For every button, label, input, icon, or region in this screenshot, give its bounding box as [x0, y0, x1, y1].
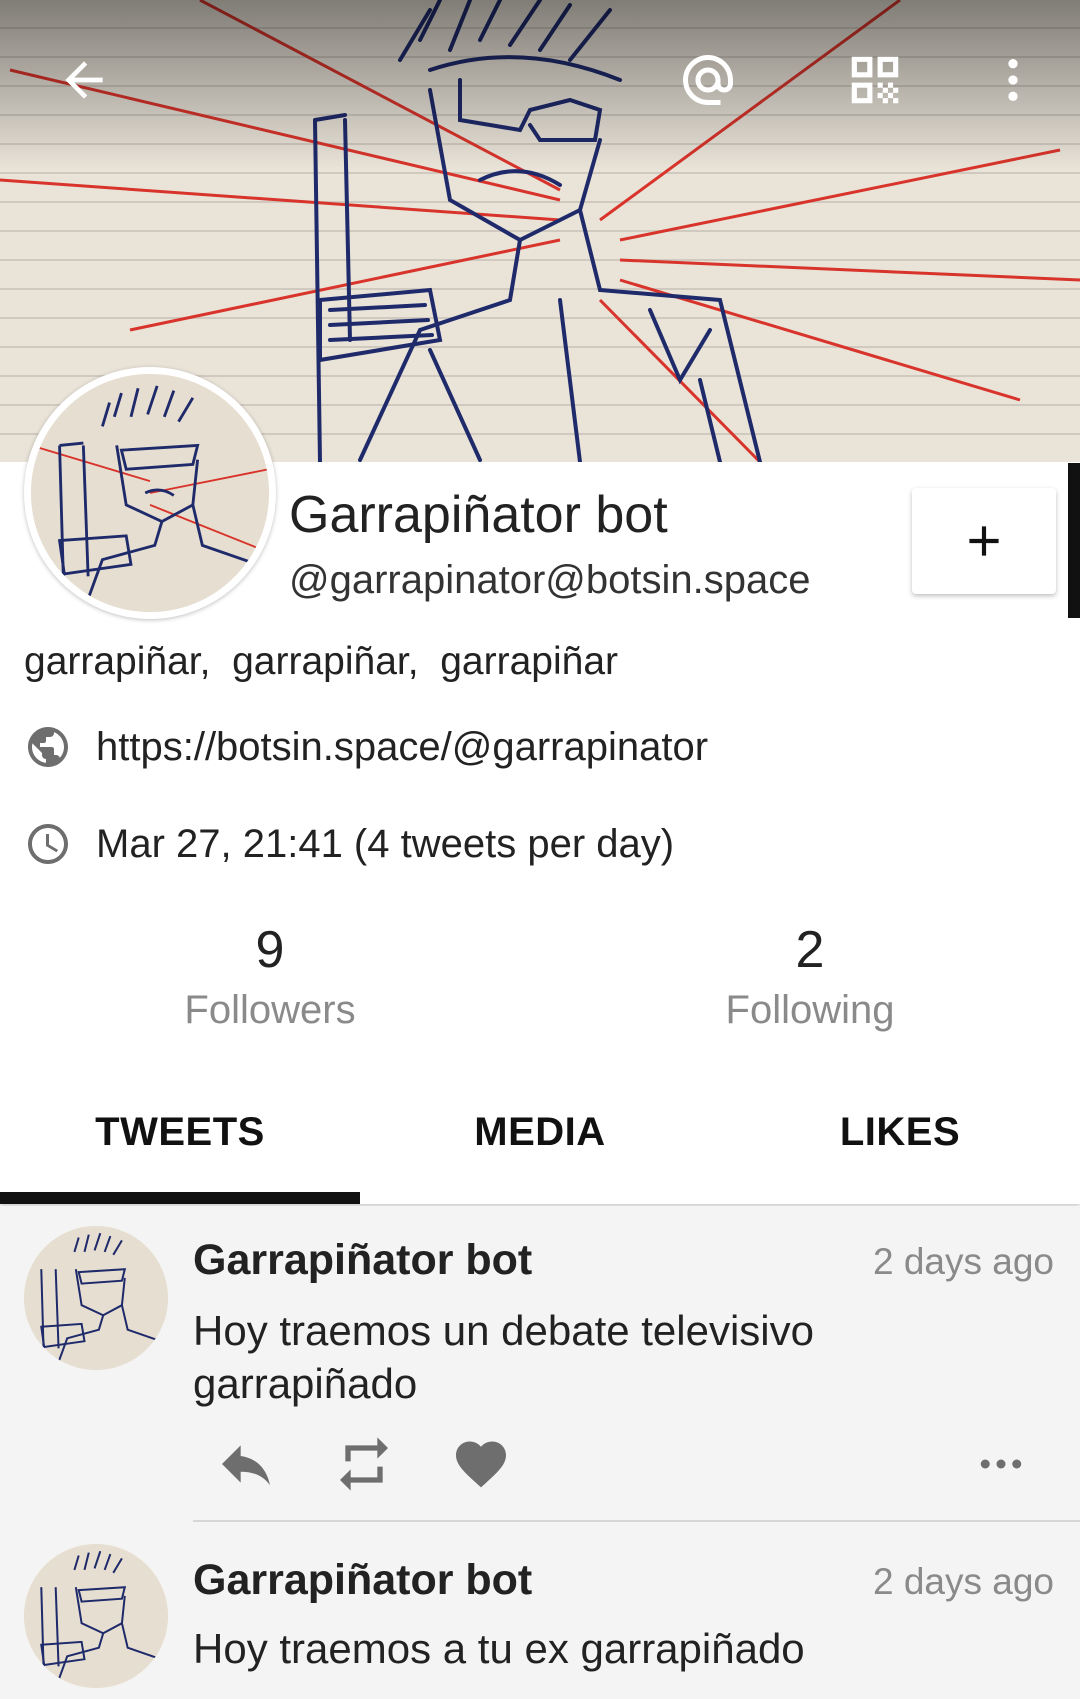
followers-label: Followers — [184, 988, 356, 1032]
website-row[interactable]: https://botsin.space/@garrapinator — [24, 723, 708, 771]
tweet-divider — [193, 1520, 1080, 1522]
profile-handle: @garrapinator@botsin.space — [289, 558, 811, 602]
avatar-drawing — [24, 1544, 168, 1688]
tweet-author-name: Garrapiñator bot — [193, 1236, 533, 1284]
tweet-author-name: Garrapiñator bot — [193, 1556, 533, 1604]
profile-bio: garrapiñar, garrapiñar, garrapiñar — [24, 640, 619, 683]
profile-avatar[interactable] — [24, 367, 276, 619]
follow-button[interactable] — [912, 488, 1056, 594]
top-app-bar — [0, 0, 1080, 160]
tab-active-indicator — [0, 1192, 360, 1204]
more-vert-icon — [1008, 59, 1018, 101]
like-button[interactable] — [443, 1434, 519, 1494]
website-link[interactable]: https://botsin.space/@garrapinator — [96, 725, 708, 770]
plus-icon — [969, 526, 999, 556]
tweet-text: Hoy traemos un debate televisivo garrapi… — [193, 1307, 814, 1407]
reply-button[interactable] — [208, 1434, 284, 1494]
tweet-timestamp: 2 days ago — [872, 1561, 1054, 1602]
following-label: Following — [725, 988, 895, 1032]
globe-icon — [28, 727, 68, 767]
tab-likes[interactable]: LIKES — [720, 1110, 1080, 1155]
tweet-more-button[interactable] — [963, 1434, 1039, 1494]
tweet-feed: Garrapiñator bot 2 days ago Hoy traemos … — [0, 1206, 1080, 1699]
arrow-back-icon — [65, 61, 103, 99]
tab-media[interactable]: MEDIA — [360, 1110, 720, 1155]
tweet-avatar[interactable] — [24, 1544, 168, 1688]
heart-icon — [456, 1441, 506, 1488]
following-stat[interactable]: 2 Following — [660, 920, 960, 1033]
following-count: 2 — [795, 921, 825, 979]
tweet-actions — [193, 1434, 1053, 1494]
overflow-menu-button[interactable] — [973, 40, 1053, 120]
tab-tweets[interactable]: TWEETS — [0, 1110, 360, 1155]
clock-icon — [28, 824, 68, 864]
reply-icon — [222, 1445, 270, 1486]
followers-stat[interactable]: 9 Followers — [120, 920, 420, 1033]
mention-button[interactable] — [668, 40, 748, 120]
qr-code-button[interactable] — [835, 40, 915, 120]
profile-display-name: Garrapiñator bot — [289, 486, 668, 544]
back-button[interactable] — [44, 40, 124, 120]
schedule-row: Mar 27, 21:41 (4 tweets per day) — [24, 820, 674, 868]
tweet-avatar[interactable] — [24, 1226, 168, 1370]
qr-code-icon — [851, 56, 899, 104]
avatar-drawing — [24, 1226, 168, 1370]
edge-indicator — [1068, 463, 1080, 618]
schedule-text: Mar 27, 21:41 (4 tweets per day) — [96, 821, 675, 866]
more-horiz-icon — [980, 1459, 1022, 1469]
avatar-drawing — [31, 374, 269, 612]
retweet-icon — [340, 1437, 388, 1491]
tweet-text: Hoy traemos a tu ex garrapiñado — [193, 1625, 805, 1672]
profile-tabs: TWEETS MEDIA LIKES — [0, 1080, 1080, 1204]
at-sign-icon — [683, 55, 733, 105]
tweet-timestamp: 2 days ago — [872, 1241, 1054, 1282]
followers-count: 9 — [255, 921, 285, 979]
retweet-button[interactable] — [326, 1434, 402, 1494]
